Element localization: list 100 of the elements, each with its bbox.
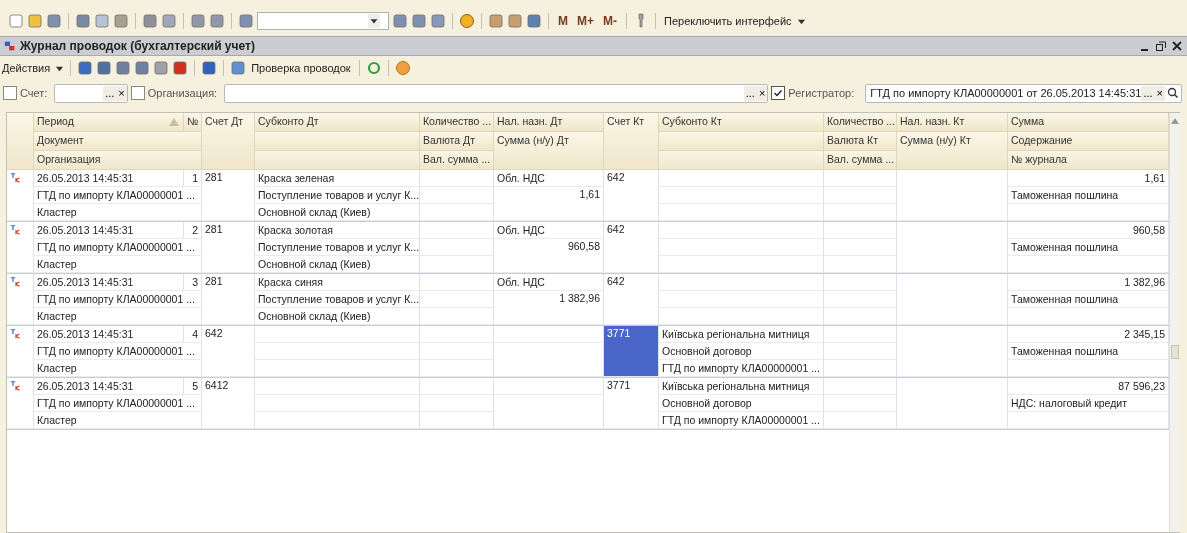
table-cell: Поступление товаров и услуг К... [255, 239, 420, 256]
dropdown-icon[interactable] [368, 14, 380, 28]
column-header[interactable]: Вал. сумма ... [824, 151, 897, 170]
choose-button[interactable]: ... [1141, 85, 1155, 101]
table-cell: 2 345,15 [1008, 326, 1169, 343]
checkbox[interactable] [3, 86, 17, 100]
table-cell: ГТД по импорту КЛА00000001 ... [34, 291, 202, 308]
clear-button[interactable]: × [756, 85, 768, 101]
clear-button[interactable]: × [1154, 85, 1165, 101]
table-cell: ГТД по импорту КЛА00000001 ... [34, 395, 202, 412]
interface-switch-button[interactable]: Переключить интерфейс [662, 15, 794, 27]
table-cell: Краска золотая [255, 222, 420, 239]
column-title: Период [37, 115, 74, 127]
search-icon[interactable] [1167, 87, 1179, 99]
table-cell: ГТД по импорту КЛА00000001 ... [659, 360, 824, 377]
column-header[interactable]: Документ [34, 132, 202, 151]
memory-button[interactable]: M+ [574, 14, 597, 28]
table-cell: Київська регіональна митниця [659, 378, 824, 395]
table-cell: Кластер [34, 360, 202, 377]
column-header[interactable]: Содержание [1008, 132, 1169, 151]
table-cell: 5 [184, 378, 202, 395]
table-cell: 26.05.2013 14:45:31 [34, 274, 184, 291]
table-cell: 281 [202, 222, 255, 273]
memory-button[interactable]: M [555, 14, 571, 28]
table-cell[interactable]: 3771 [604, 326, 659, 377]
column-header[interactable]: № журнала [1008, 151, 1169, 170]
table-cell: Краска зеленая [255, 170, 420, 187]
filter-field[interactable]: ... × [224, 83, 769, 103]
column-header[interactable]: Счет Дт [202, 113, 255, 170]
memory-button[interactable]: M- [600, 14, 620, 28]
posting-icon [10, 328, 22, 340]
table-cell: ГТД по импорту КЛА00000001 ... [659, 412, 824, 429]
table-cell[interactable]: 642 [604, 222, 659, 273]
scrollbar[interactable] [1169, 113, 1180, 532]
posting-icon [10, 224, 22, 236]
posting-icon [10, 276, 22, 288]
checkmark-icon [773, 88, 784, 98]
column-header[interactable]: Нал. назн. Дт [494, 113, 604, 132]
column-header[interactable]: Валюта Дт [420, 132, 494, 151]
table-cell: 281 [202, 274, 255, 325]
table-cell: Поступление товаров и услуг К... [255, 291, 420, 308]
window-icon [4, 40, 16, 52]
column-header[interactable]: Вал. сумма ... [420, 151, 494, 170]
table-cell[interactable]: 642 [604, 170, 659, 221]
table-cell: 1 382,96 [1008, 274, 1169, 291]
table-cell: Основной склад (Киев) [255, 308, 420, 325]
choose-button[interactable]: ... [103, 85, 117, 101]
column-header[interactable]: Субконто Дт [255, 113, 420, 132]
search-field[interactable] [257, 12, 389, 30]
table-cell: ГТД по импорту КЛА00000001 ... [34, 239, 202, 256]
table-cell: 960,58 [494, 239, 604, 273]
close-icon[interactable] [1171, 40, 1183, 52]
table-cell: Таможенная пошлина [1008, 187, 1169, 204]
column-header[interactable]: Валюта Кт [824, 132, 897, 151]
table-cell: 960,58 [1008, 222, 1169, 239]
clear-button[interactable]: × [116, 85, 127, 101]
checkbox[interactable] [771, 86, 786, 100]
column-header[interactable]: Счет Кт [604, 113, 659, 170]
table-cell: Обл. НДС [494, 274, 604, 291]
column-header[interactable]: Сумма [1008, 113, 1169, 132]
column-header[interactable]: № [184, 113, 202, 132]
table-cell[interactable]: 3771 [604, 378, 659, 429]
actions-menu[interactable]: Действия [0, 62, 53, 74]
window-title: Журнал проводок (бухгалтерский учет) [20, 39, 255, 53]
column-header[interactable]: Количество ... [824, 113, 897, 132]
field-value: ГТД по импорту КЛА00000001 от 26.05.2013 14:45:31 [869, 87, 1142, 99]
choose-button[interactable]: ... [743, 85, 757, 101]
table-cell: 26.05.2013 14:45:31 [34, 378, 184, 395]
scroll-up-icon[interactable] [1170, 116, 1180, 126]
table-cell: Поступление товаров и услуг К... [255, 187, 420, 204]
filter-field[interactable]: ГТД по импорту КЛА00000001 от 26.05.2013 14:45:31 ... × [865, 83, 1182, 103]
column-header[interactable]: Организация [34, 151, 202, 170]
table-cell: 1 382,96 [494, 291, 604, 325]
table-cell: Таможенная пошлина [1008, 291, 1169, 308]
check-postings-button[interactable]: Проверка проводок [249, 62, 353, 74]
scroll-thumb[interactable] [1171, 345, 1179, 359]
table-cell: Обл. НДС [494, 170, 604, 187]
table-cell: Основной договор [659, 395, 824, 412]
column-header[interactable]: Субконто Кт [659, 113, 824, 132]
column-header[interactable]: Период [34, 113, 184, 132]
table-cell: Київська регіональна митниця [659, 326, 824, 343]
filter-label: Организация: [147, 87, 218, 99]
table-cell: ГТД по импорту КЛА00000001 ... [34, 343, 202, 360]
table-cell: 26.05.2013 14:45:31 [34, 222, 184, 239]
table-cell[interactable]: 642 [604, 274, 659, 325]
column-header[interactable]: Количество ... [420, 113, 494, 132]
checkbox[interactable] [130, 86, 145, 100]
table-cell: 4 [184, 326, 202, 343]
table-cell: 2 [184, 222, 202, 239]
table-cell: 642 [202, 326, 255, 377]
table-cell: 1,61 [494, 187, 604, 221]
table-cell: 1 [184, 170, 202, 187]
restore-icon[interactable] [1155, 40, 1167, 52]
table-cell: Кластер [34, 412, 202, 429]
column-header[interactable]: Нал. назн. Кт [897, 113, 1008, 132]
filter-field[interactable]: ... × [54, 83, 128, 103]
column-header[interactable]: Сумма (н/у) Кт [897, 132, 1008, 170]
table-cell: Кластер [34, 308, 202, 325]
column-header[interactable]: Сумма (н/у) Дт [494, 132, 604, 170]
table-cell: Таможенная пошлина [1008, 239, 1169, 256]
